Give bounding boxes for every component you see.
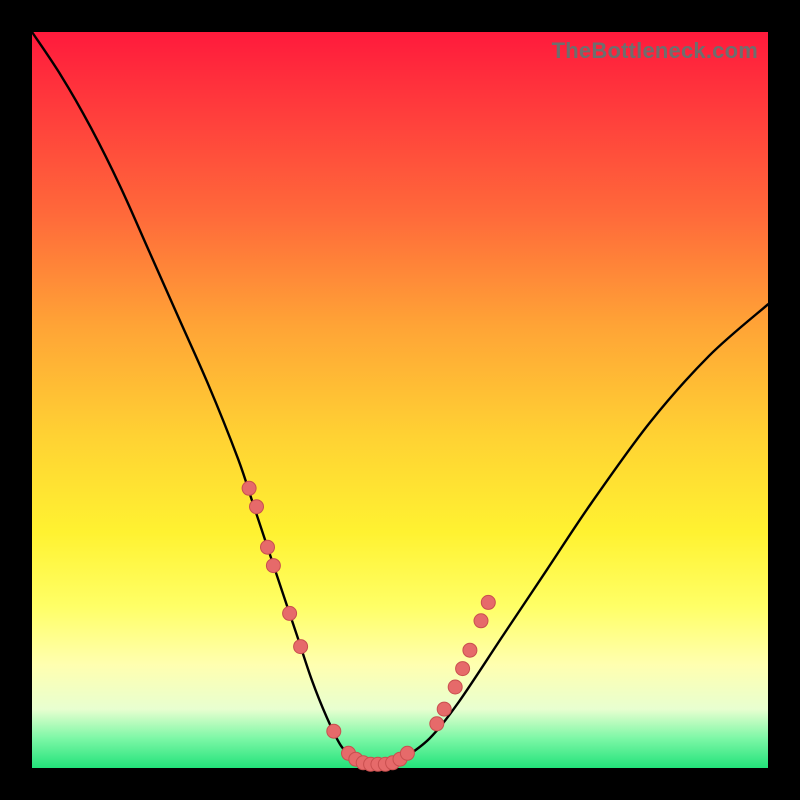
fit-marker: [474, 614, 488, 628]
curve-layer: [32, 32, 768, 768]
fit-markers: [242, 481, 495, 771]
fit-marker: [437, 702, 451, 716]
fit-marker: [327, 724, 341, 738]
chart-frame: TheBottleneck.com: [0, 0, 800, 800]
bottleneck-curve: [32, 32, 768, 769]
fit-marker: [400, 746, 414, 760]
fit-marker: [283, 606, 297, 620]
fit-marker: [463, 643, 477, 657]
fit-marker: [250, 500, 264, 514]
fit-marker: [266, 559, 280, 573]
fit-marker: [294, 640, 308, 654]
fit-marker: [456, 662, 470, 676]
fit-marker: [481, 595, 495, 609]
fit-marker: [261, 540, 275, 554]
fit-marker: [430, 717, 444, 731]
fit-marker: [448, 680, 462, 694]
fit-marker: [242, 481, 256, 495]
plot-area: TheBottleneck.com: [32, 32, 768, 768]
